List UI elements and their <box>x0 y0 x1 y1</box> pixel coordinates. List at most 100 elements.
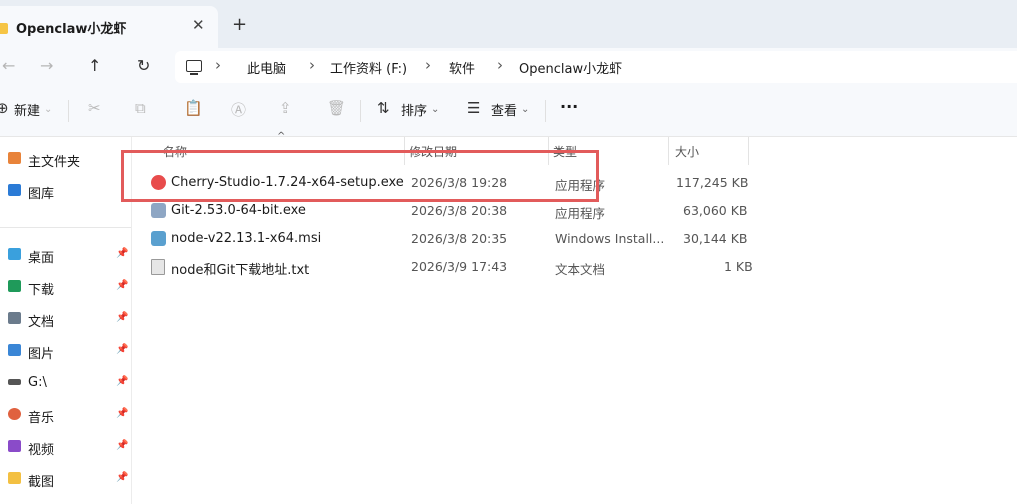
sidebar-item-label: 图片 <box>28 347 55 362</box>
new-tab-icon[interactable]: + <box>232 14 247 35</box>
column-header-date[interactable]: 修改日期 <box>409 143 457 160</box>
desktop-icon <box>8 248 21 260</box>
pin-icon[interactable]: 📌 <box>116 440 128 451</box>
music-icon <box>8 408 21 420</box>
toolbar-divider <box>545 100 546 122</box>
chevron-down-icon[interactable]: ⌄ <box>431 104 439 115</box>
back-arrow-icon[interactable]: ← <box>2 56 15 75</box>
tab-openclaw[interactable]: Openclaw小龙虾 ✕ <box>0 6 218 48</box>
column-divider[interactable] <box>404 137 405 165</box>
close-icon[interactable]: ✕ <box>192 16 205 34</box>
chevron-down-icon[interactable]: ⌄ <box>521 104 529 115</box>
tab-title: Openclaw小龙虾 <box>16 22 127 37</box>
chevron-right-icon[interactable]: › <box>309 56 315 74</box>
sidebar-item-label: 音乐 <box>28 411 55 426</box>
file-row[interactable]: node-v22.13.1-x64.msi 2026/3/8 20:35 Win… <box>148 225 748 253</box>
refresh-icon[interactable]: ↻ <box>137 56 150 75</box>
column-divider[interactable] <box>548 137 549 165</box>
pin-icon[interactable]: 📌 <box>116 472 128 483</box>
video-icon <box>8 440 21 452</box>
sidebar-item-desktop[interactable]: 桌面 📌 <box>0 243 131 269</box>
sort-button[interactable]: 排序 <box>401 100 427 119</box>
download-icon <box>8 280 21 292</box>
sidebar-item-label: G:\ <box>28 375 47 390</box>
new-button[interactable]: 新建 <box>14 100 40 119</box>
file-row[interactable]: node和Git下载地址.txt 2026/3/9 17:43 文本文档 1 K… <box>148 253 753 281</box>
screenshot-folder-icon <box>8 472 21 484</box>
toolbar-divider <box>360 100 361 122</box>
breadcrumb-current-folder[interactable]: Openclaw小龙虾 <box>519 58 622 77</box>
text-file-icon <box>151 259 165 275</box>
sidebar-item-label: 下载 <box>28 283 55 298</box>
git-installer-icon <box>151 203 166 218</box>
file-date: 2026/3/8 20:35 <box>411 231 508 246</box>
forward-arrow-icon[interactable]: → <box>40 56 53 75</box>
sidebar-item-music[interactable]: 音乐 📌 <box>0 403 131 429</box>
view-button[interactable]: 查看 <box>491 100 517 119</box>
file-size: 30,144 KB <box>683 231 748 246</box>
column-divider[interactable] <box>748 137 749 165</box>
breadcrumb-this-pc[interactable]: 此电脑 <box>247 58 286 77</box>
file-date: 2026/3/8 20:38 <box>411 203 508 218</box>
pin-icon[interactable]: 📌 <box>116 344 128 355</box>
column-header-size[interactable]: 大小 <box>675 143 699 160</box>
pictures-icon <box>8 344 21 356</box>
file-name: Cherry-Studio-1.7.24-x64-setup.exe <box>171 175 404 190</box>
sidebar-item-screenshots[interactable]: 截图 📌 <box>0 467 131 493</box>
column-header-type[interactable]: 类型 <box>553 143 577 160</box>
pin-icon[interactable]: 📌 <box>116 248 128 259</box>
sidebar-item-drive-g[interactable]: G:\ 📌 <box>0 371 131 397</box>
copy-icon[interactable]: ⧉ <box>135 99 146 117</box>
up-arrow-icon[interactable]: ↑ <box>88 56 101 75</box>
share-icon[interactable]: ⇪ <box>279 99 292 117</box>
column-divider[interactable] <box>668 137 669 165</box>
new-plus-icon: ⊕ <box>0 99 9 117</box>
rename-icon[interactable]: Ⓐ <box>231 99 246 120</box>
chevron-right-icon[interactable]: › <box>215 56 221 74</box>
sidebar-item-home[interactable]: 主文件夹 <box>0 147 131 173</box>
address-bar[interactable]: › 此电脑 › 工作资料 (F:) › 软件 › Openclaw小龙虾 <box>175 51 1017 83</box>
msi-installer-icon <box>151 231 166 246</box>
breadcrumb-drive-f[interactable]: 工作资料 (F:) <box>330 58 407 77</box>
file-date: 2026/3/8 19:28 <box>411 175 508 190</box>
pin-icon[interactable]: 📌 <box>116 376 128 387</box>
sidebar-item-label: 截图 <box>28 475 55 490</box>
address-row: ← → ↑ ↻ › 此电脑 › 工作资料 (F:) › 软件 › Opencla… <box>0 48 1017 86</box>
pin-icon[interactable]: 📌 <box>116 312 128 323</box>
file-row[interactable]: Git-2.53.0-64-bit.exe 2026/3/8 20:38 应用程… <box>148 197 748 225</box>
drive-icon <box>8 379 21 385</box>
toolbar-divider <box>68 100 69 122</box>
chevron-down-icon[interactable]: ⌄ <box>44 104 52 115</box>
more-options-button[interactable]: ··· <box>560 97 578 116</box>
sidebar-item-downloads[interactable]: 下载 📌 <box>0 275 131 301</box>
column-header-name[interactable]: 名称 <box>163 143 187 160</box>
chevron-right-icon[interactable]: › <box>425 56 431 74</box>
file-size: 117,245 KB <box>676 175 749 190</box>
folder-icon <box>0 23 8 34</box>
file-name: Git-2.53.0-64-bit.exe <box>171 203 306 218</box>
sidebar-item-pictures[interactable]: 图片 📌 <box>0 339 131 365</box>
document-icon <box>8 312 21 324</box>
delete-icon[interactable]: 🗑 <box>327 99 346 117</box>
gallery-icon <box>8 184 21 196</box>
sidebar-item-documents[interactable]: 文档 📌 <box>0 307 131 333</box>
sidebar-item-gallery[interactable]: 图库 <box>0 179 131 205</box>
file-type: 应用程序 <box>555 206 606 221</box>
pin-icon[interactable]: 📌 <box>116 280 128 291</box>
file-size: 1 KB <box>724 259 753 274</box>
sidebar-item-videos[interactable]: 视频 📌 <box>0 435 131 461</box>
sidebar-item-label: 桌面 <box>28 251 55 266</box>
sidebar-divider <box>0 227 131 228</box>
navigation-pane: 主文件夹 图库 桌面 📌 下载 📌 文档 📌 图片 📌 G:\ 📌 音乐 📌 视… <box>0 137 132 504</box>
chevron-right-icon[interactable]: › <box>497 56 503 74</box>
pin-icon[interactable]: 📌 <box>116 408 128 419</box>
paste-icon[interactable]: 📋 <box>184 99 203 117</box>
cut-icon[interactable]: ✂ <box>88 99 101 117</box>
file-date: 2026/3/9 17:43 <box>411 259 508 274</box>
command-bar: ⊕ 新建 ⌄ ✂ ⧉ 📋 Ⓐ ⇪ 🗑 ⇅ 排序 ⌄ ☰ 查看 ⌄ ··· <box>0 86 1017 137</box>
view-icon: ☰ <box>467 99 481 117</box>
file-row[interactable]: Cherry-Studio-1.7.24-x64-setup.exe 2026/… <box>148 169 748 197</box>
breadcrumb-software[interactable]: 软件 <box>449 58 475 77</box>
sidebar-item-label: 图库 <box>28 187 55 202</box>
sort-icon: ⇅ <box>377 99 390 117</box>
